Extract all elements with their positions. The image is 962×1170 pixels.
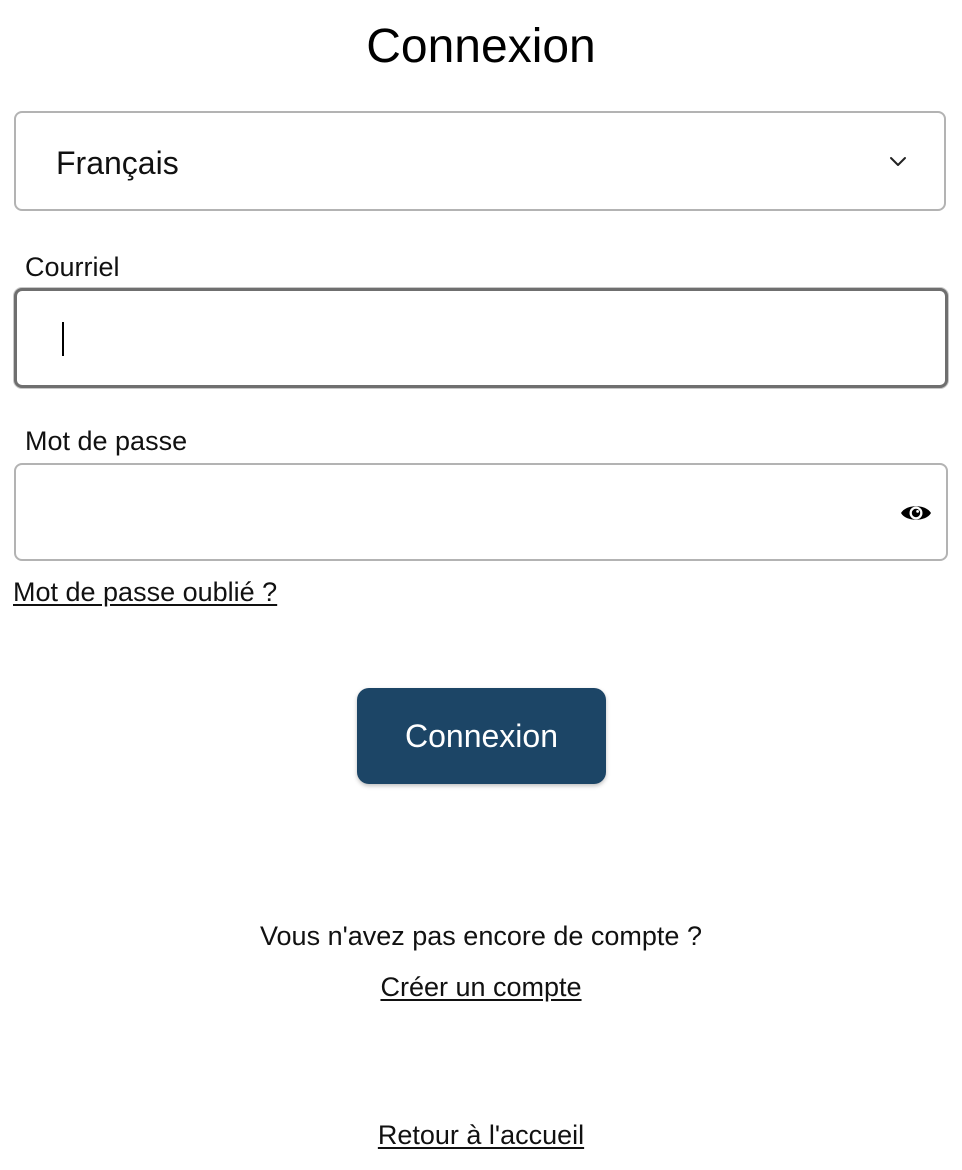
create-account-link[interactable]: Créer un compte [380,972,581,1002]
forgot-password-link[interactable]: Mot de passe oublié ? [13,576,277,608]
email-label: Courriel [25,252,120,282]
eye-icon[interactable] [900,501,932,525]
email-field[interactable] [14,288,948,388]
language-select-value: Français [56,145,179,181]
create-account-link-wrapper: Créer un compte [0,971,962,1003]
signup-prompt: Vous n'avez pas encore de compte ? [260,921,702,951]
language-select[interactable]: Français [14,111,946,211]
password-label: Mot de passe [25,426,188,456]
page-title: Connexion [366,20,596,73]
login-button[interactable]: Connexion [357,688,606,784]
password-field[interactable] [14,463,948,561]
text-cursor [62,322,64,356]
back-home-link-wrapper: Retour à l'accueil [0,1119,962,1151]
back-home-link[interactable]: Retour à l'accueil [378,1120,584,1150]
chevron-down-icon [890,157,906,166]
login-page: Connexion Français Courriel Mot de passe… [0,0,962,1170]
